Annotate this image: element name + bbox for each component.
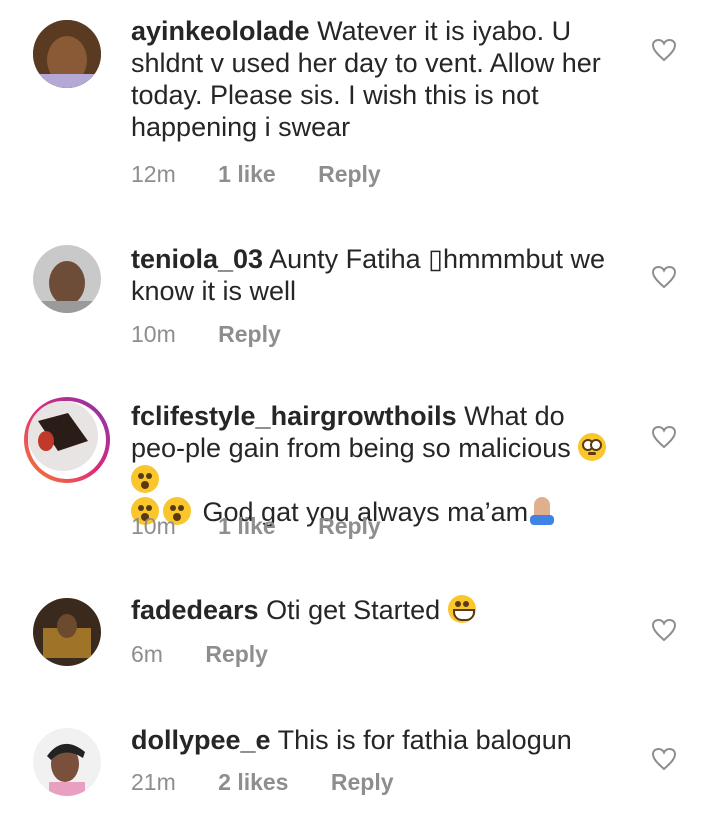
avatar-photo <box>33 598 101 666</box>
comment-time: 6m <box>131 641 163 667</box>
comment-username[interactable]: teniola_03 <box>131 244 263 274</box>
avatar <box>28 401 98 471</box>
comment-meta: 12m 1 like Reply <box>131 161 381 188</box>
reply-button[interactable]: Reply <box>218 321 281 348</box>
avatar[interactable] <box>33 245 101 313</box>
comment-text: ayinkeololade Watever it is iyabo. U shl… <box>131 15 613 143</box>
reply-button[interactable]: Reply <box>318 513 381 540</box>
comment-likes[interactable]: 2 likes <box>218 769 288 796</box>
comment-time: 21m <box>131 769 176 795</box>
comment-body: Oti get Started <box>266 595 441 625</box>
reply-button[interactable]: Reply <box>205 641 268 668</box>
comment-meta: 10m 1 like Reply <box>131 513 381 540</box>
avatar[interactable] <box>33 598 101 666</box>
folded-hands-emoji <box>528 497 556 525</box>
comment-item: teniola_03 Aunty Fatiha ▯​hmmmbut we kno… <box>0 200 720 370</box>
comment-username[interactable]: fadedears <box>131 595 259 625</box>
comment-time: 10m <box>131 513 176 539</box>
comment-text: dollypee_e This is for fathia balogun <box>131 724 613 756</box>
comment-username[interactable]: dollypee_e <box>131 725 271 755</box>
comment-item: fadedears Oti get Started 6m Reply <box>0 570 720 700</box>
flushed-face-emoji <box>578 433 607 461</box>
heart-outline-icon[interactable] <box>651 265 677 289</box>
hushed-face-emoji <box>131 465 159 493</box>
comment-username[interactable]: fclifestyle_hairgrowthoils <box>131 401 457 431</box>
comment-meta: 6m Reply <box>131 641 268 668</box>
comment-item: dollypee_e This is for fathia balogun 21… <box>0 700 720 817</box>
avatar-photo <box>33 728 101 796</box>
heart-outline-icon[interactable] <box>651 425 677 449</box>
comment-meta: 10m Reply <box>131 321 281 348</box>
reply-button[interactable]: Reply <box>331 769 394 796</box>
avatar[interactable] <box>33 20 101 88</box>
comment-item: fclifestyle_hairgrowthoils What do peo-p… <box>0 370 720 570</box>
comment-meta: 21m 2 likes Reply <box>131 769 394 796</box>
comment-text: teniola_03 Aunty Fatiha ▯​hmmmbut we kno… <box>131 243 613 307</box>
heart-outline-icon[interactable] <box>651 38 677 62</box>
heart-outline-icon[interactable] <box>651 747 677 771</box>
avatar-photo <box>28 401 98 471</box>
comment-text: fadedears Oti get Started <box>131 594 613 626</box>
heart-outline-icon[interactable] <box>651 618 677 642</box>
comment-item: ayinkeololade Watever it is iyabo. U shl… <box>0 0 720 200</box>
comment-time: 12m <box>131 161 176 187</box>
avatar-story-ring[interactable] <box>24 397 110 483</box>
avatar[interactable] <box>33 728 101 796</box>
comment-username[interactable]: ayinkeololade <box>131 16 310 46</box>
comment-text: fclifestyle_hairgrowthoils What do peo-p… <box>131 400 613 528</box>
avatar-photo <box>33 245 101 313</box>
comment-time: 10m <box>131 321 176 347</box>
avatar-photo <box>33 20 101 88</box>
comment-body: This is for fathia balogun <box>277 725 572 755</box>
comment-likes[interactable]: 1 like <box>218 513 276 540</box>
grinning-face-emoji <box>447 595 476 623</box>
reply-button[interactable]: Reply <box>318 161 381 188</box>
comment-likes[interactable]: 1 like <box>218 161 276 188</box>
